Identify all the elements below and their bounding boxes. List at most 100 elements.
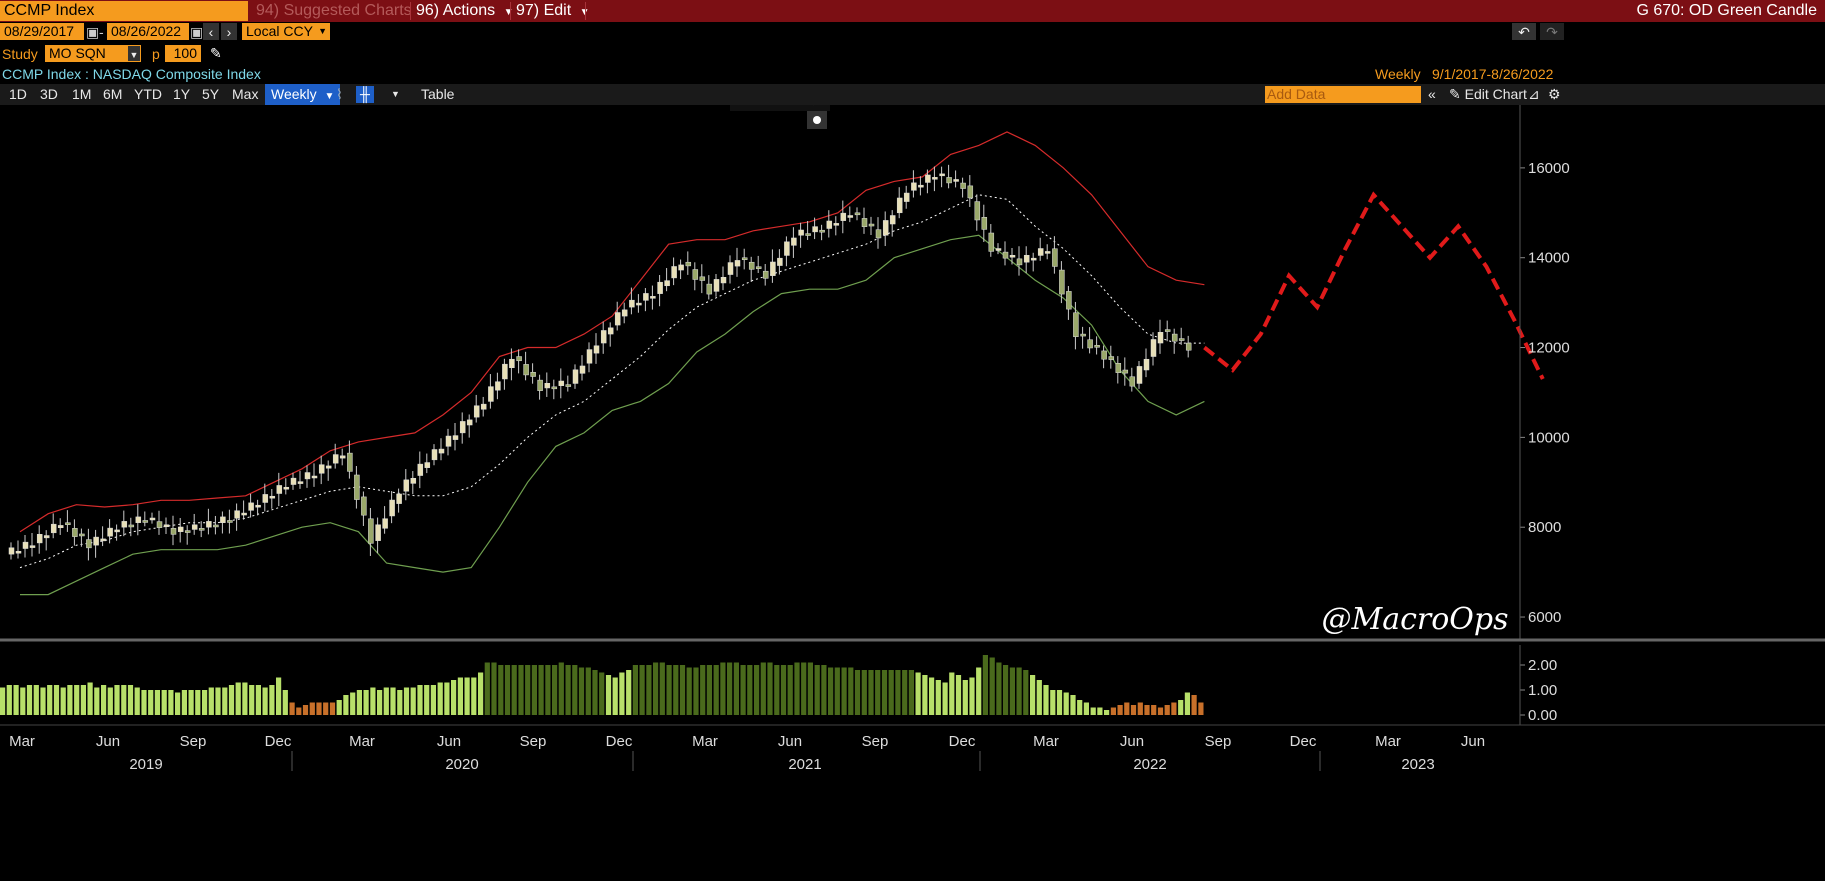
candle-body xyxy=(636,302,642,306)
candle-body xyxy=(502,363,508,380)
candle-body xyxy=(170,528,177,535)
candle-body xyxy=(932,177,938,180)
p-input[interactable]: 100 xyxy=(165,45,201,62)
add-data-input[interactable]: Add Data xyxy=(1265,86,1421,103)
candle-body xyxy=(135,516,142,523)
candle-body xyxy=(953,179,959,182)
histogram-bar xyxy=(121,685,127,715)
candle-body xyxy=(699,276,706,281)
histogram-bar xyxy=(451,680,457,715)
candle-body xyxy=(347,452,353,472)
histogram-bar xyxy=(982,655,988,715)
candle-body xyxy=(1108,356,1115,360)
candle-body xyxy=(142,520,149,523)
chart-canvas[interactable]: ✛ ∠ ≡ ⌕ 6000 8000 10000 12000 14000 16000 2.00… xyxy=(0,105,1825,881)
histogram-bar xyxy=(0,687,6,715)
candle-body xyxy=(1087,339,1093,349)
dropdown-arrow-icon[interactable]: ▼ xyxy=(128,46,140,61)
candle-body xyxy=(1122,369,1129,374)
currency-select[interactable]: Local CCY ▼ xyxy=(242,23,330,40)
histogram-bar xyxy=(491,662,497,715)
histogram-bar xyxy=(269,685,275,715)
candle-body xyxy=(1066,291,1072,310)
draw-line-icon[interactable]: ∠ xyxy=(763,105,772,108)
candle-body xyxy=(854,212,861,216)
x-month-label: Jun xyxy=(778,733,802,750)
period-max[interactable]: Max xyxy=(232,84,258,105)
candle-body xyxy=(65,522,71,525)
hist-tick-label: 0.00 xyxy=(1528,707,1557,724)
undo-button[interactable]: ↶ xyxy=(1512,23,1536,40)
histogram-bar xyxy=(1056,690,1063,715)
zoom-icon[interactable]: ⌕ xyxy=(813,105,819,108)
histogram-bar xyxy=(417,685,423,715)
calendar-icon[interactable]: ▣ xyxy=(190,23,203,41)
histogram-bar xyxy=(1063,692,1069,715)
histogram-bar xyxy=(1097,707,1103,715)
candle-body xyxy=(29,545,36,548)
edit-chart-button[interactable]: ✎ Edit Chart xyxy=(1449,84,1527,105)
histogram-bar xyxy=(976,667,982,715)
period-1y[interactable]: 1Y xyxy=(173,84,190,105)
actions-label: 96) Actions xyxy=(416,2,496,19)
histogram-bar xyxy=(754,665,760,715)
period-ytd[interactable]: YTD xyxy=(134,84,162,105)
crosshair-icon[interactable]: ✛ xyxy=(740,105,749,108)
histogram-bar xyxy=(1157,707,1164,715)
histogram-bar xyxy=(148,690,154,715)
histogram-bar xyxy=(659,662,665,715)
table-button[interactable]: Table xyxy=(421,84,454,105)
period-1m[interactable]: 1M xyxy=(72,84,91,105)
end-date-input[interactable]: 08/26/2022 xyxy=(107,23,189,40)
y-tick-label: 6000 xyxy=(1528,609,1561,626)
start-date-input[interactable]: 08/29/2017 xyxy=(0,23,84,40)
candle-body xyxy=(558,380,565,386)
candle-body xyxy=(1052,248,1058,267)
collapse-icon[interactable]: « xyxy=(1428,84,1436,105)
study-value: MO SQN xyxy=(49,45,106,61)
candle-chart-icon[interactable]: ╫ xyxy=(356,86,374,103)
frequency-select-label: Weekly xyxy=(271,86,317,102)
histogram-bar xyxy=(1137,702,1143,715)
actions-button[interactable]: 96) Actions ▼ xyxy=(416,0,514,24)
candle-body xyxy=(1044,251,1051,254)
redo-button[interactable]: ↷ xyxy=(1540,23,1564,40)
x-month-label: Dec xyxy=(606,733,633,750)
histogram-bar xyxy=(1050,690,1056,715)
calendar-icon[interactable]: ▣ xyxy=(86,23,99,41)
settings-icon[interactable]: ⚙ xyxy=(1548,84,1561,105)
period-3d[interactable]: 3D xyxy=(40,84,58,105)
menu-icon[interactable]: ≡ xyxy=(788,105,796,108)
period-5y[interactable]: 5Y xyxy=(202,84,219,105)
candle-body xyxy=(727,262,734,275)
edit-button[interactable]: 97) Edit ▼ xyxy=(516,0,590,24)
histogram-bar xyxy=(87,682,93,715)
candle-body xyxy=(241,512,247,516)
pencil-icon[interactable]: ✎ xyxy=(210,44,222,62)
candle-body xyxy=(812,226,818,233)
dropdown-arrow-icon: ▼ xyxy=(324,91,335,102)
annotate-icon[interactable]: ⊿ xyxy=(1528,84,1540,105)
histogram-bar xyxy=(80,685,86,715)
period-1d[interactable]: 1D xyxy=(9,84,27,105)
histogram-bar xyxy=(1003,665,1009,715)
prev-period-button[interactable]: ‹ xyxy=(203,23,219,40)
ticker-input[interactable]: CCMP Index xyxy=(0,1,248,21)
candle-body xyxy=(911,182,917,191)
histogram-bar xyxy=(33,685,39,715)
suggested-charts-button[interactable]: 94) Suggested Charts xyxy=(256,0,412,22)
histogram-bar xyxy=(538,665,544,715)
study-select[interactable]: MO SQN xyxy=(45,45,141,62)
candle-body xyxy=(974,201,981,221)
histogram-bar xyxy=(774,665,780,715)
chart-type-label: G 670: OD Green Candle xyxy=(1636,2,1817,19)
candle-body xyxy=(72,528,78,537)
dropdown-arrow-icon[interactable]: ▼ xyxy=(391,84,400,105)
line-chart-icon[interactable]: ⌇ xyxy=(336,84,343,105)
histogram-bar xyxy=(107,687,113,715)
candle-body xyxy=(361,496,367,516)
candle-body xyxy=(621,309,628,317)
frequency-select[interactable]: Weekly ▼ xyxy=(265,84,341,105)
period-6m[interactable]: 6M xyxy=(103,84,122,105)
next-period-button[interactable]: › xyxy=(221,23,237,40)
